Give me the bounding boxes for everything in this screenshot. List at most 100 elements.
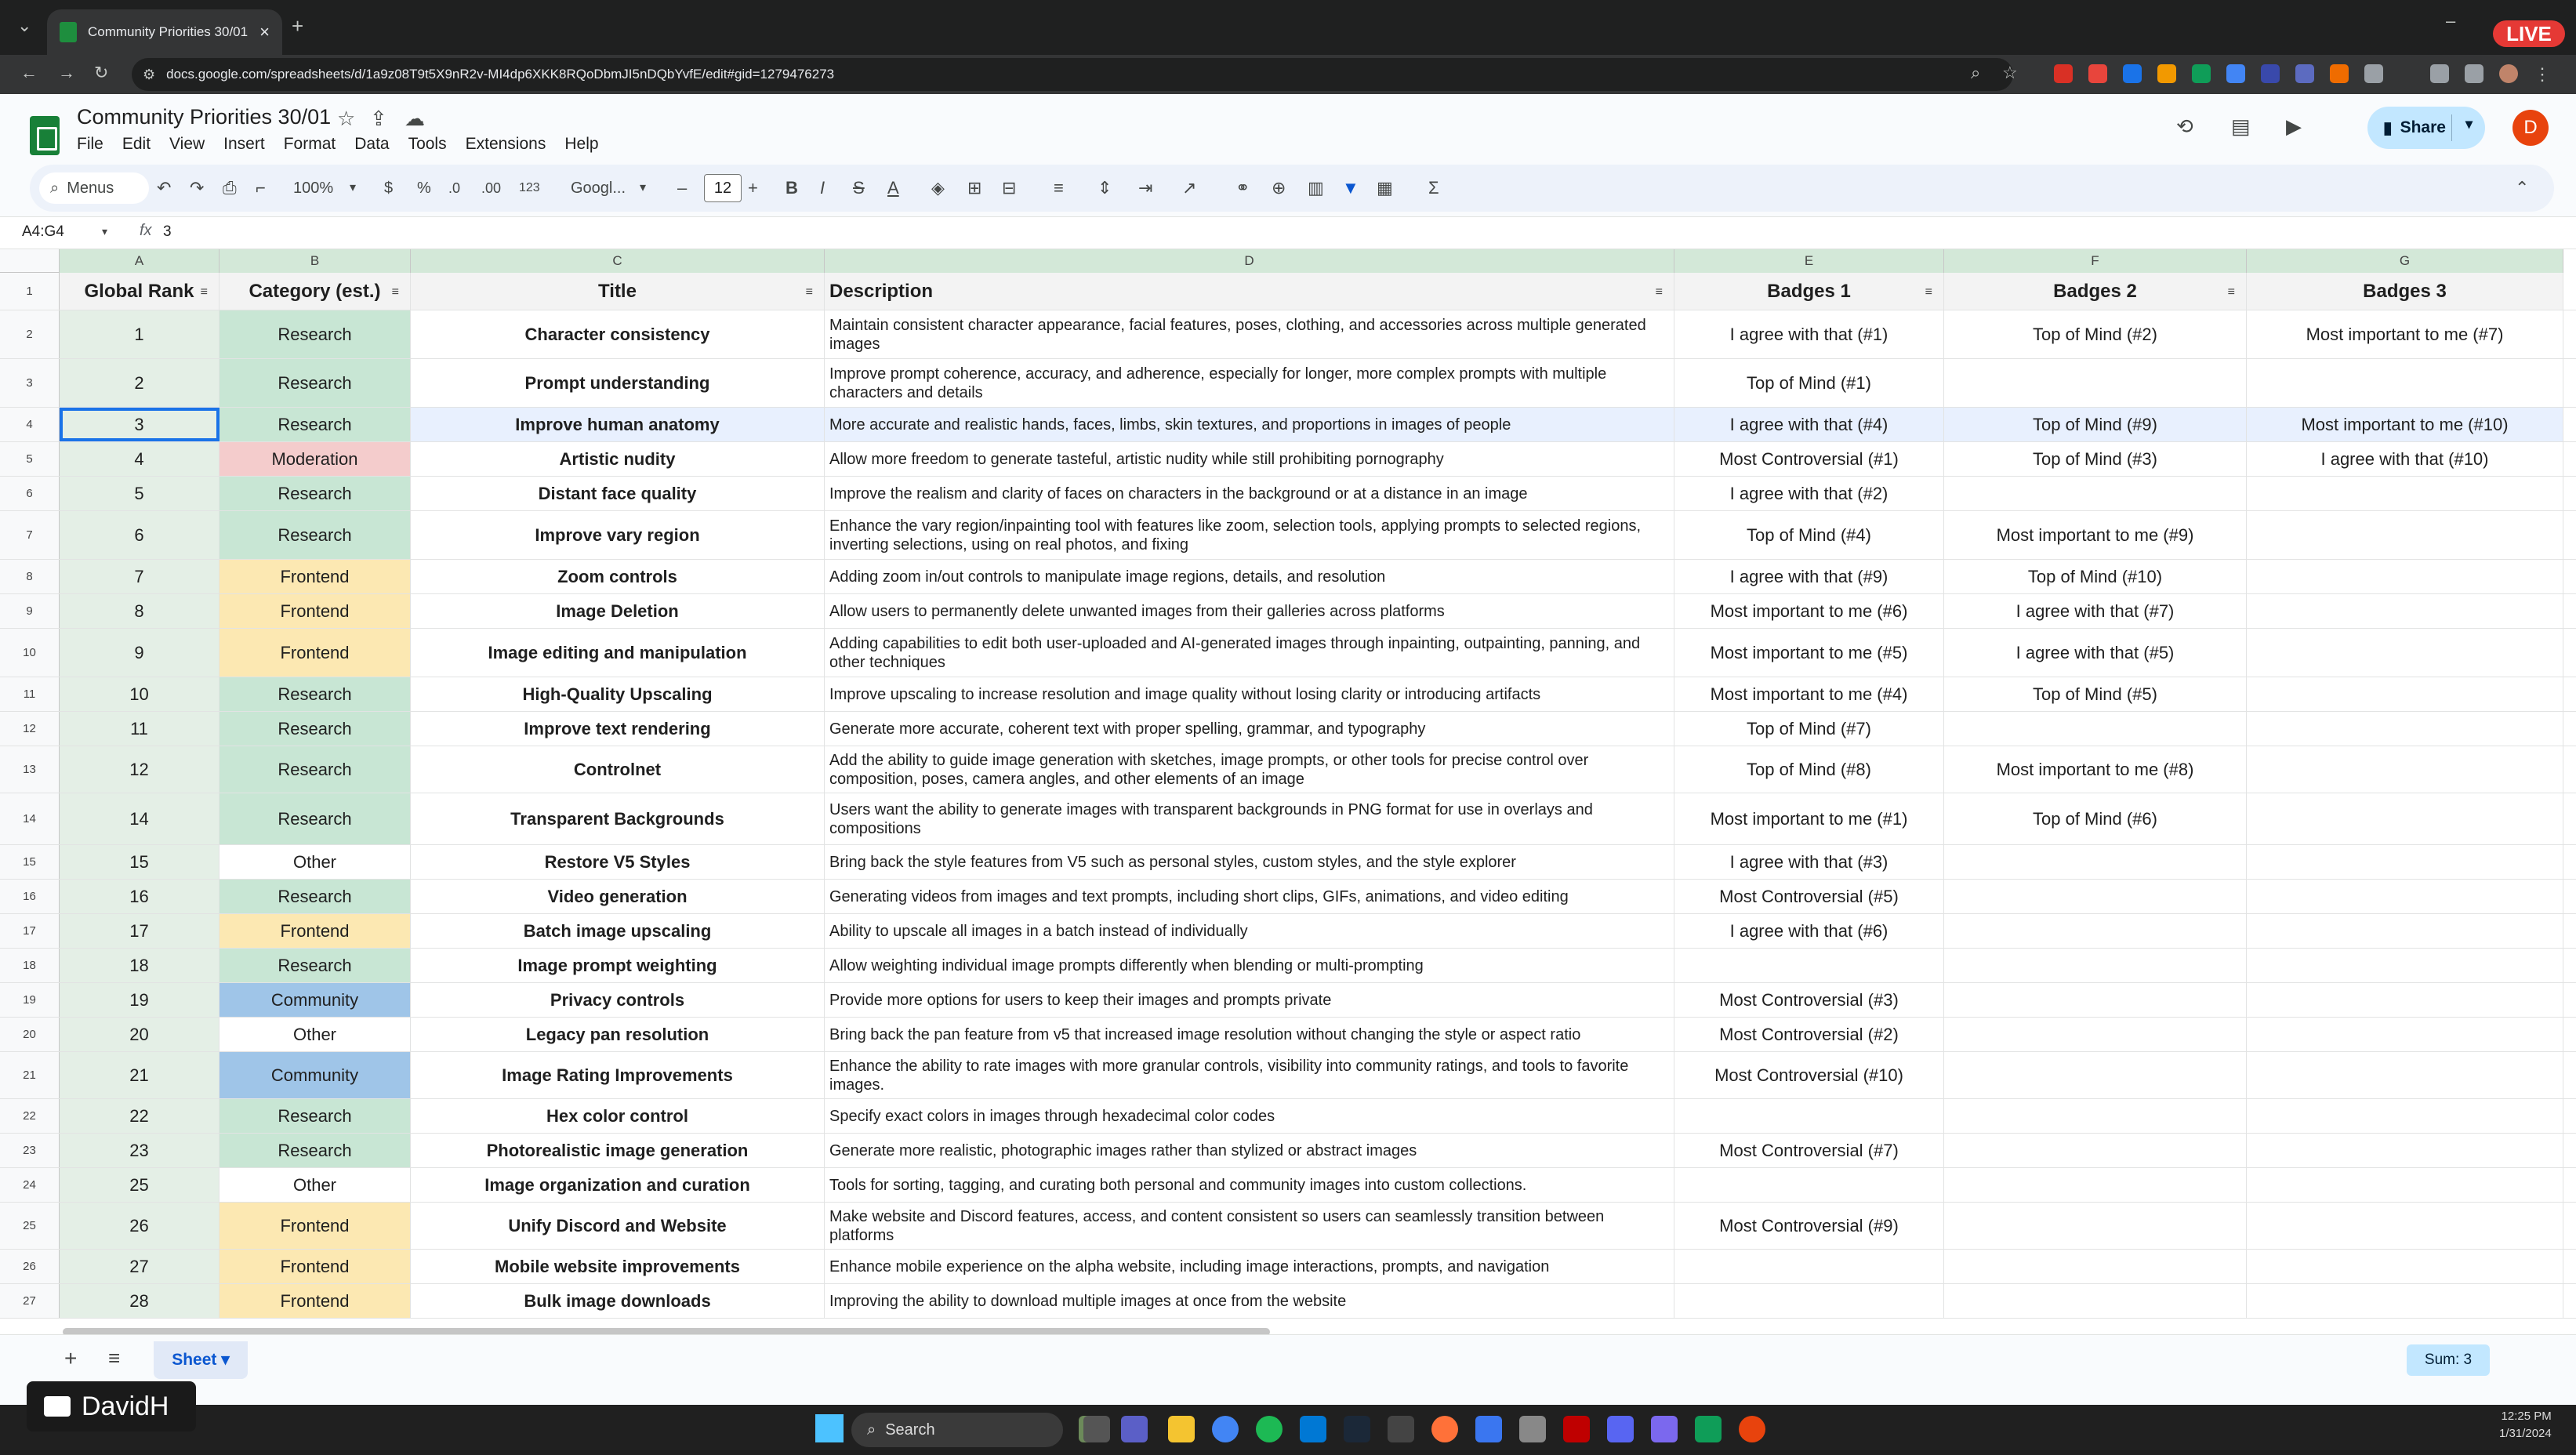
cell-title[interactable]: Image organization and curation [411, 1168, 825, 1202]
site-info-icon[interactable]: ⚙ [143, 67, 155, 83]
filter-icon[interactable]: ≡ [392, 285, 399, 299]
header-cell[interactable]: Global Rank ≡ [60, 273, 220, 310]
move-icon[interactable]: ⇪ [370, 107, 387, 131]
cell-rank[interactable]: 7 [60, 560, 220, 593]
meet-icon[interactable]: ▶ [2286, 114, 2302, 139]
italic-icon[interactable]: I [820, 176, 825, 201]
cell-b1[interactable]: Most Controversial (#1) [1674, 442, 1944, 476]
cell-b3[interactable] [2247, 746, 2563, 793]
cell-title[interactable]: Image Rating Improvements [411, 1052, 825, 1098]
formula-input[interactable]: 3 [163, 223, 172, 241]
star-icon[interactable]: ☆ [337, 107, 355, 131]
menu-help[interactable]: Help [564, 135, 598, 154]
cell-title[interactable]: Video generation [411, 880, 825, 913]
share-button[interactable]: ▮ Share ▾ [2367, 107, 2485, 149]
adblock-extension-icon[interactable] [2054, 64, 2073, 83]
cell-desc[interactable]: Bring back the style features from V5 su… [825, 845, 1674, 879]
cell-title[interactable]: Unify Discord and Website [411, 1203, 825, 1249]
cell-desc[interactable]: Improve the realism and clarity of faces… [825, 477, 1674, 510]
currency-format-button[interactable]: $ [384, 176, 393, 201]
cell-b3[interactable] [2247, 629, 2563, 677]
cell-desc[interactable]: Make website and Discord features, acces… [825, 1203, 1674, 1249]
cell-cat[interactable]: Research [220, 359, 411, 407]
cell-title[interactable]: Character consistency [411, 310, 825, 358]
extensions-puzzle-icon[interactable] [2364, 64, 2383, 83]
cell-b1[interactable] [1674, 949, 1944, 982]
cell-cat[interactable]: Frontend [220, 1250, 411, 1283]
chevron-down-icon[interactable]: ▾ [350, 176, 356, 201]
sheet-tab[interactable]: Sheet ▾ [154, 1341, 248, 1379]
cell-cat[interactable]: Research [220, 1099, 411, 1133]
row-number[interactable]: 1 [0, 273, 60, 310]
cell-rank[interactable]: 12 [60, 746, 220, 793]
cell-rank[interactable]: 19 [60, 983, 220, 1017]
cell-b2[interactable] [1944, 914, 2247, 948]
header-cell[interactable]: Title ≡ [411, 273, 825, 310]
cell-rank[interactable]: 14 [60, 793, 220, 844]
cell-b2[interactable] [1944, 1284, 2247, 1318]
row-number[interactable]: 22 [0, 1099, 60, 1133]
spreadsheet-grid[interactable]: ABCDEFG 1 Global Rank ≡ Category (est.) ≡ Tit… [0, 249, 2576, 1334]
row-number[interactable]: 21 [0, 1052, 60, 1098]
comment-icon[interactable]: ⊕ [1272, 176, 1286, 201]
cell-rank[interactable]: 27 [60, 1250, 220, 1283]
cell-rank[interactable]: 8 [60, 594, 220, 628]
cell-b1[interactable]: Most Controversial (#3) [1674, 983, 1944, 1017]
sum-indicator[interactable]: Sum: 3 [2407, 1344, 2490, 1376]
cell-b1[interactable]: I agree with that (#1) [1674, 310, 1944, 358]
filter-icon[interactable]: ≡ [1925, 285, 1932, 299]
cell-b3[interactable] [2247, 983, 2563, 1017]
menu-insert[interactable]: Insert [223, 135, 265, 154]
row-number[interactable]: 11 [0, 677, 60, 711]
discord-icon[interactable] [1607, 1416, 1634, 1442]
cell-b2[interactable]: Top of Mind (#5) [1944, 677, 2247, 711]
cell-cat[interactable]: Research [220, 310, 411, 358]
vertical-align-icon[interactable]: ⇕ [1098, 176, 1112, 201]
cell-rank[interactable]: 11 [60, 712, 220, 746]
cell-desc[interactable]: Specify exact colors in images through h… [825, 1099, 1674, 1133]
cell-b2[interactable] [1944, 1099, 2247, 1133]
cell-b3[interactable] [2247, 949, 2563, 982]
cell-b3[interactable] [2247, 511, 2563, 559]
cell-rank[interactable]: 18 [60, 949, 220, 982]
reload-icon[interactable]: ↻ [94, 63, 108, 83]
cell-desc[interactable]: More accurate and realistic hands, faces… [825, 408, 1674, 441]
cell-cat[interactable]: Moderation [220, 442, 411, 476]
cell-b2[interactable] [1944, 845, 2247, 879]
borders-icon[interactable]: ⊞ [967, 176, 981, 201]
increase-font-icon[interactable]: + [748, 176, 758, 201]
firefox-icon[interactable] [1431, 1416, 1458, 1442]
version-history-icon[interactable]: ⟲ [2176, 114, 2193, 139]
row-number[interactable]: 23 [0, 1134, 60, 1167]
cell-rank[interactable]: 17 [60, 914, 220, 948]
header-cell[interactable]: Badges 2 ≡ [1944, 273, 2247, 310]
row-number[interactable]: 12 [0, 712, 60, 746]
cell-rank[interactable]: 2 [60, 359, 220, 407]
cell-cat[interactable]: Other [220, 1018, 411, 1051]
row-number[interactable]: 6 [0, 477, 60, 510]
new-tab-icon[interactable]: + [292, 14, 303, 38]
browser-tab[interactable]: Community Priorities 30/01 - G × [47, 9, 282, 55]
align-icon[interactable]: ≡ [1054, 176, 1064, 201]
menu-extensions[interactable]: Extensions [466, 135, 546, 154]
cell-desc[interactable]: Maintain consistent character appearance… [825, 310, 1674, 358]
chevron-down-icon[interactable]: ▾ [640, 176, 646, 201]
cell-cat[interactable]: Research [220, 880, 411, 913]
chrome-profile-icon[interactable] [1739, 1416, 1765, 1442]
cell-b1[interactable]: Most Controversial (#9) [1674, 1203, 1944, 1249]
row-number[interactable]: 2 [0, 310, 60, 358]
cell-desc[interactable]: Allow weighting individual image prompts… [825, 949, 1674, 982]
cell-b3[interactable] [2247, 712, 2563, 746]
cell-b1[interactable]: Top of Mind (#4) [1674, 511, 1944, 559]
cell-title[interactable]: Image Deletion [411, 594, 825, 628]
chart-icon[interactable]: ▥ [1308, 176, 1324, 201]
cell-title[interactable]: Batch image upscaling [411, 914, 825, 948]
extension-icon[interactable] [2123, 64, 2142, 83]
comments-icon[interactable]: ▤ [2231, 114, 2251, 139]
start-icon[interactable] [815, 1414, 844, 1442]
teams-icon[interactable] [1121, 1416, 1148, 1442]
column-header-g[interactable]: G [2247, 249, 2563, 273]
cell-b2[interactable]: Top of Mind (#2) [1944, 310, 2247, 358]
cell-b1[interactable]: I agree with that (#4) [1674, 408, 1944, 441]
tab-list-icon[interactable]: ⌄ [17, 16, 31, 36]
